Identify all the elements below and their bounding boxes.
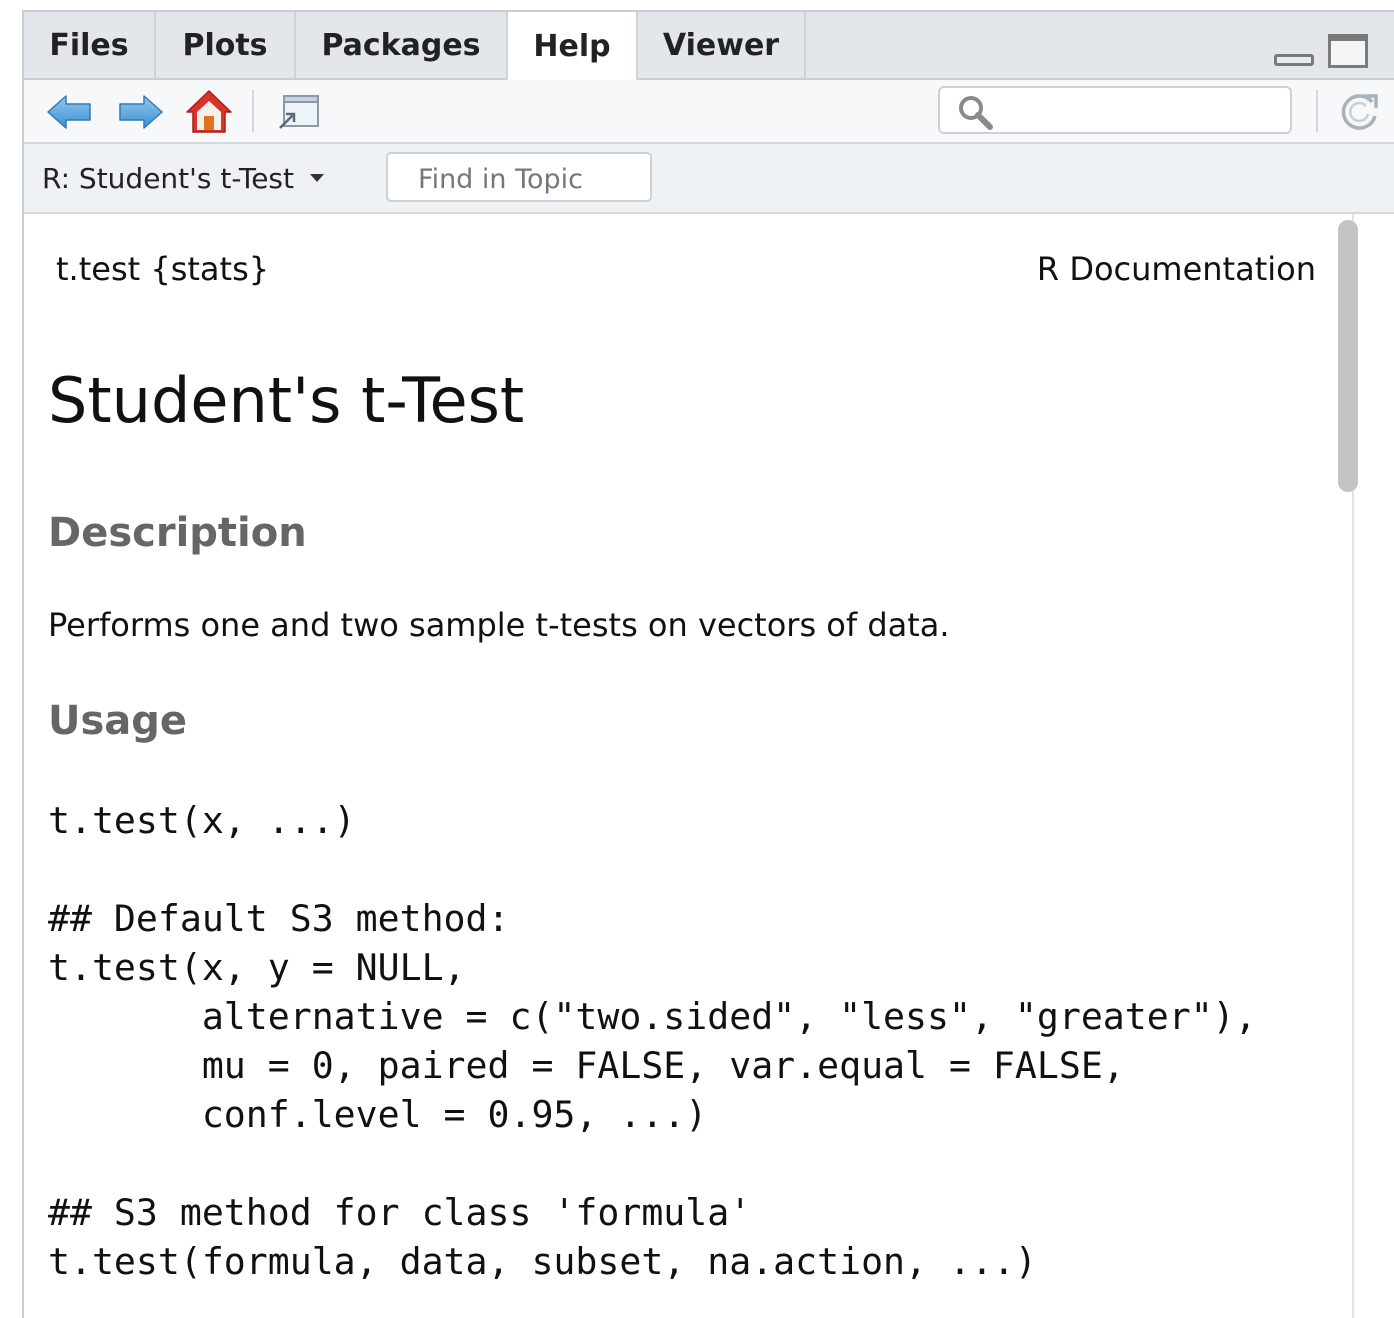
search-icon <box>959 96 993 130</box>
popout-icon[interactable] <box>274 88 324 136</box>
minimize-pane-button[interactable] <box>1274 54 1314 66</box>
topic-dropdown[interactable]: R: Student's t-Test <box>42 158 324 198</box>
code-line: t.test(x, y = NULL, <box>48 946 466 989</box>
help-toolbar <box>24 80 1394 144</box>
toolbar-separator <box>1316 90 1318 132</box>
tab-label: Files <box>49 27 129 63</box>
help-content: t.test {stats} R Documentation Student's… <box>24 214 1350 1318</box>
code-line: t.test(x, ...) <box>48 799 356 842</box>
tab-packages[interactable]: Packages <box>296 12 508 78</box>
tab-bar: Files Plots Packages Help Viewer <box>24 12 1394 80</box>
toolbar-separator <box>252 90 254 132</box>
code-line: alternative = c("two.sided", "less", "gr… <box>48 995 1257 1038</box>
code-line: conf.level = 0.95, ...) <box>48 1093 708 1136</box>
code-line: mu = 0, paired = FALSE, var.equal = FALS… <box>48 1044 1125 1087</box>
find-in-topic-field[interactable] <box>386 152 652 202</box>
tab-viewer[interactable]: Viewer <box>638 12 806 78</box>
doc-header-right: R Documentation <box>1036 250 1316 288</box>
usage-heading: Usage <box>48 698 188 744</box>
vertical-scrollbar[interactable] <box>1352 214 1394 1318</box>
tab-plots[interactable]: Plots <box>156 12 296 78</box>
forward-arrow-icon[interactable] <box>116 88 166 136</box>
usage-code-block: t.test(x, ...) ## Default S3 method: t.t… <box>48 796 1257 1286</box>
help-pane: Files Plots Packages Help Viewer R: Stud… <box>22 10 1394 1318</box>
description-heading: Description <box>48 510 307 556</box>
tab-label: Packages <box>321 27 481 63</box>
code-line: ## Default S3 method: <box>48 897 510 940</box>
topic-bar: R: Student's t-Test <box>24 144 1394 214</box>
find-in-topic-input[interactable] <box>416 162 650 196</box>
search-input[interactable] <box>1008 94 1282 128</box>
refresh-icon[interactable] <box>1334 88 1384 136</box>
tab-help[interactable]: Help <box>506 12 638 80</box>
description-text: Performs one and two sample t-tests on v… <box>48 606 950 644</box>
back-arrow-icon[interactable] <box>44 88 94 136</box>
tab-label: Viewer <box>662 27 780 63</box>
maximize-pane-button[interactable] <box>1328 34 1368 68</box>
home-icon[interactable] <box>184 88 234 136</box>
page-title: Student's t-Test <box>48 364 525 437</box>
code-line: ## S3 method for class 'formula' <box>48 1191 752 1234</box>
tab-label: Plots <box>182 27 268 63</box>
topic-label: R: Student's t-Test <box>42 161 294 195</box>
tab-files[interactable]: Files <box>24 12 156 78</box>
scrollbar-thumb[interactable] <box>1338 220 1358 492</box>
chevron-down-icon <box>310 174 324 182</box>
tab-label: Help <box>533 28 611 64</box>
help-search-field[interactable] <box>938 86 1292 134</box>
code-line: t.test(formula, data, subset, na.action,… <box>48 1240 1037 1283</box>
doc-header-left: t.test {stats} <box>56 250 270 288</box>
